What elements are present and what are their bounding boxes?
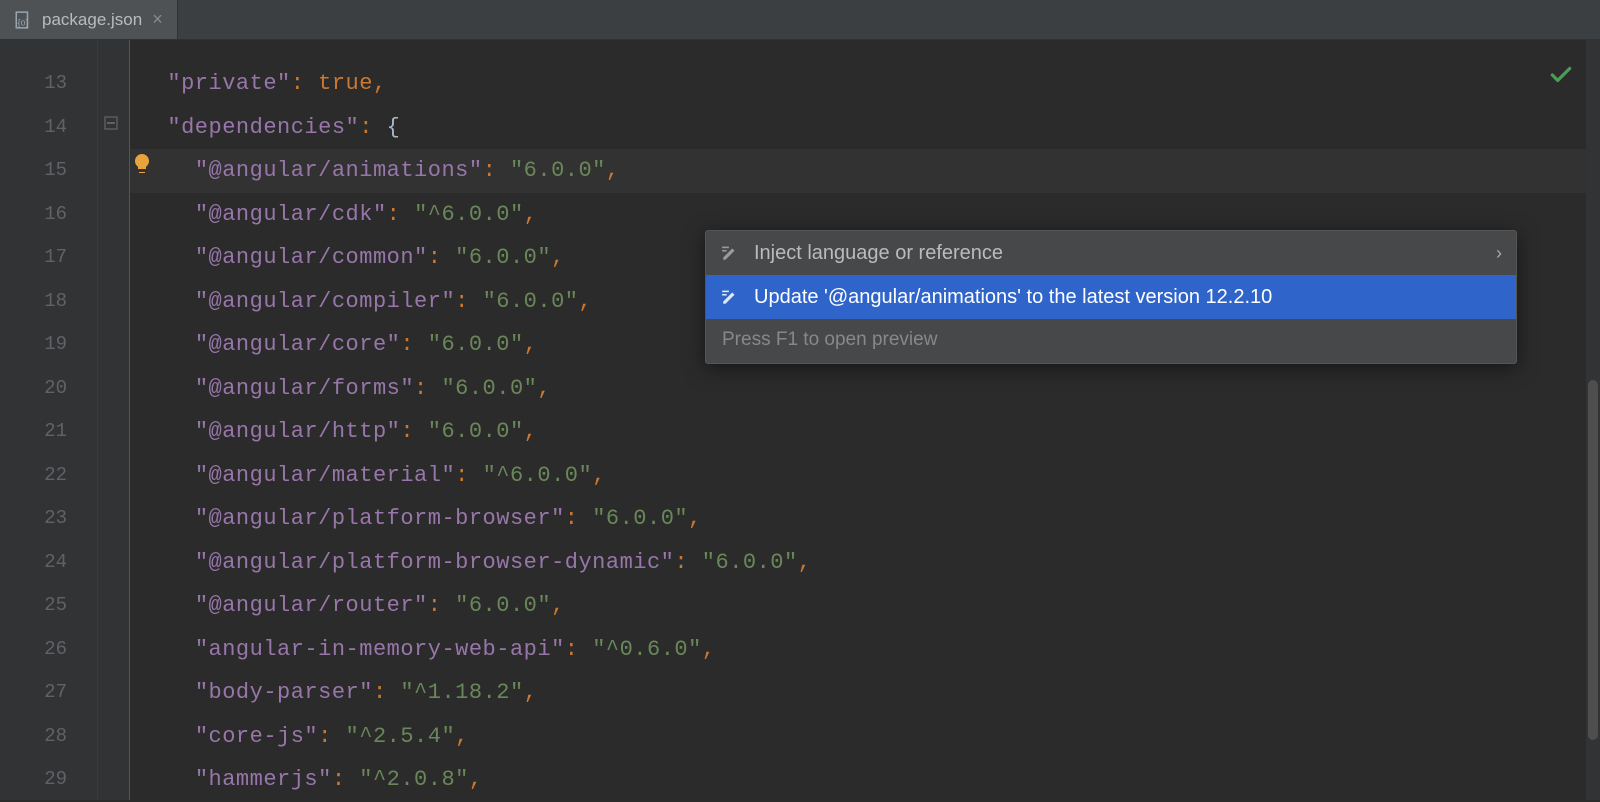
code-line[interactable]: "private": true, xyxy=(130,62,1600,106)
line-number: 26 xyxy=(0,628,97,672)
code-line[interactable]: "@angular/router": "6.0.0", xyxy=(130,584,1600,628)
intention-item-label: Update '@angular/animations' to the late… xyxy=(754,286,1502,309)
scrollbar-track[interactable] xyxy=(1586,40,1600,800)
chevron-right-icon: › xyxy=(1496,243,1502,264)
code-line[interactable]: "dependencies": { xyxy=(130,106,1600,150)
tab-label: package.json xyxy=(42,10,142,30)
json-file-icon: {o} xyxy=(14,11,32,29)
line-number: 13 xyxy=(0,62,97,106)
line-number: 27 xyxy=(0,671,97,715)
code-line[interactable]: "body-parser": "^1.18.2", xyxy=(130,671,1600,715)
line-number: 28 xyxy=(0,715,97,759)
edit-icon xyxy=(720,243,740,263)
tab-bar: {o} package.json × xyxy=(0,0,1600,40)
line-number: 16 xyxy=(0,193,97,237)
code-line[interactable]: "@angular/http": "6.0.0", xyxy=(130,410,1600,454)
code-line[interactable]: "@angular/animations": "6.0.0", xyxy=(130,149,1600,193)
svg-text:{o}: {o} xyxy=(17,17,28,27)
intention-item[interactable]: Inject language or reference › xyxy=(706,231,1516,275)
line-number: 25 xyxy=(0,584,97,628)
intention-item[interactable]: Update '@angular/animations' to the late… xyxy=(706,275,1516,319)
code-line[interactable]: "@angular/platform-browser-dynamic": "6.… xyxy=(130,541,1600,585)
code-area[interactable]: "private": true, "dependencies": { "@ang… xyxy=(130,40,1600,800)
intention-popup: Inject language or reference › Update '@an… xyxy=(705,230,1517,364)
editor: 1314151617181920212223242526272829 "priv… xyxy=(0,40,1600,800)
line-number: 24 xyxy=(0,541,97,585)
inspection-ok-icon[interactable] xyxy=(1548,62,1574,96)
line-number: 23 xyxy=(0,497,97,541)
edit-icon xyxy=(720,287,740,307)
code-line[interactable]: "hammerjs": "^2.0.8", xyxy=(130,758,1600,802)
line-number: 22 xyxy=(0,454,97,498)
code-line[interactable]: "@angular/forms": "6.0.0", xyxy=(130,367,1600,411)
scrollbar-thumb[interactable] xyxy=(1588,380,1598,740)
line-number: 17 xyxy=(0,236,97,280)
tab-package-json[interactable]: {o} package.json × xyxy=(0,0,178,39)
line-number-gutter: 1314151617181920212223242526272829 xyxy=(0,40,98,800)
intention-item-label: Inject language or reference xyxy=(754,242,1482,265)
line-number: 20 xyxy=(0,367,97,411)
line-number: 21 xyxy=(0,410,97,454)
lightbulb-icon[interactable] xyxy=(130,152,154,176)
line-number: 14 xyxy=(0,106,97,150)
line-number: 19 xyxy=(0,323,97,367)
line-number: 18 xyxy=(0,280,97,324)
code-line[interactable]: "core-js": "^2.5.4", xyxy=(130,715,1600,759)
fold-icon[interactable] xyxy=(104,116,118,135)
fold-gutter xyxy=(98,40,130,800)
code-line[interactable]: "angular-in-memory-web-api": "^0.6.0", xyxy=(130,628,1600,672)
line-number: 15 xyxy=(0,149,97,193)
code-line[interactable]: "@angular/material": "^6.0.0", xyxy=(130,454,1600,498)
close-icon[interactable]: × xyxy=(152,9,163,30)
popup-footer: Press F1 to open preview xyxy=(706,319,1516,363)
line-number: 29 xyxy=(0,758,97,802)
code-line[interactable]: "@angular/platform-browser": "6.0.0", xyxy=(130,497,1600,541)
